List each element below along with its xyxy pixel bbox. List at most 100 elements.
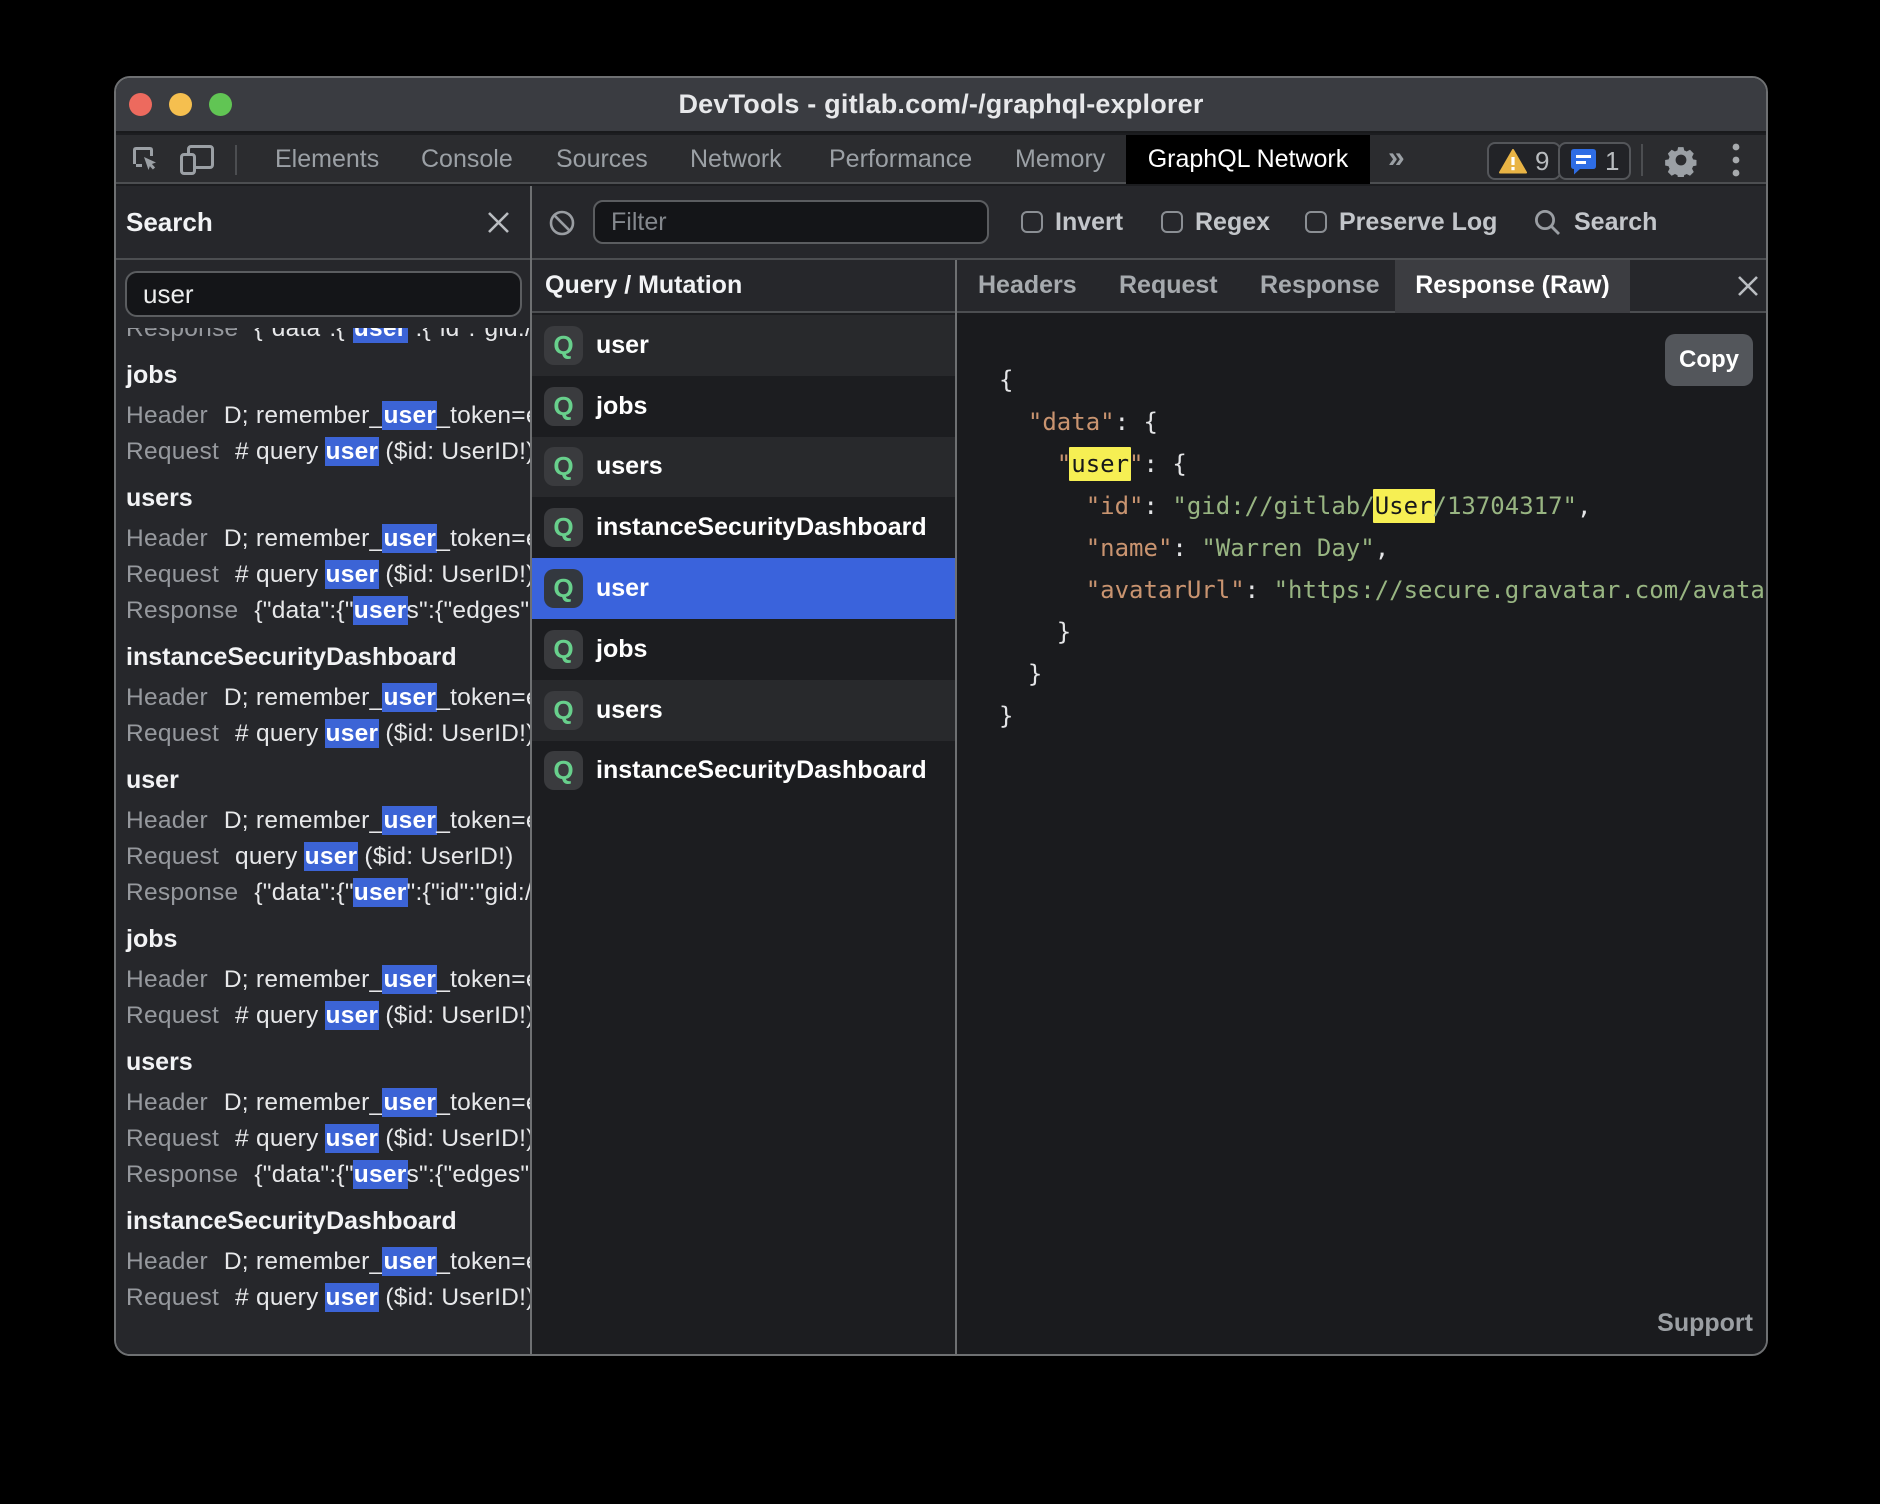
search-result-line[interactable]: Requestquery user ($id: UserID!) (126, 839, 530, 875)
panel-divider-left[interactable] (530, 186, 532, 1354)
search-result-group: instanceSecurityDashboard Header D; rememb… (126, 1203, 530, 1316)
search-result-group-title[interactable]: jobs (126, 357, 530, 393)
json-line: } (999, 653, 1766, 695)
query-row-selected[interactable]: Quser (532, 558, 955, 619)
detail-tab-response-raw-active[interactable]: Response (Raw) (1395, 260, 1630, 313)
search-input[interactable] (125, 271, 522, 317)
query-row-label: users (596, 452, 663, 481)
close-detail-panel-icon[interactable] (1736, 274, 1760, 298)
regex-checkbox-group[interactable]: Regex (1161, 186, 1270, 258)
search-result-line-label: Request (126, 438, 219, 465)
search-result-line[interactable]: Request# query user ($id: UserID!) (126, 1121, 530, 1157)
search-result-line[interactable]: HeaderD; remember_user_token=eyJf (126, 962, 530, 998)
search-toggle[interactable]: Search (1534, 186, 1657, 258)
panel-divider-middle[interactable] (955, 260, 957, 1354)
devtools-window: DevTools - gitlab.com/-/graphql-explorer… (114, 76, 1768, 1356)
text-segment: s":{"edges":[ (407, 1161, 530, 1188)
json-line: "user": { (999, 443, 1766, 485)
query-row[interactable]: QinstanceSecurityDashboard (532, 497, 955, 558)
detail-tab-headers[interactable]: Headers (978, 260, 1077, 313)
invert-checkbox[interactable] (1021, 211, 1043, 233)
response-json: { "data": { "user": { "id": "gid://gitla… (999, 359, 1766, 737)
search-result-line[interactable]: Request# query user ($id: UserID!) (126, 716, 530, 752)
settings-gear-icon[interactable] (1663, 135, 1699, 184)
tab-sources[interactable]: Sources (556, 135, 648, 184)
search-result-group-title[interactable]: instanceSecurityDashboard (126, 1203, 530, 1239)
regex-checkbox[interactable] (1161, 211, 1183, 233)
invert-checkbox-group[interactable]: Invert (1021, 186, 1123, 258)
search-result-line[interactable]: Request# query user ($id: UserID!) (126, 1280, 530, 1316)
kebab-menu-icon[interactable] (1721, 135, 1751, 184)
search-result-line[interactable]: Response{"data":{"users":{"edges":[ (126, 1157, 530, 1193)
query-row[interactable]: Qusers (532, 437, 955, 498)
text-segment: query (235, 843, 305, 870)
query-row[interactable]: Qusers (532, 680, 955, 741)
inspect-element-icon[interactable] (133, 135, 159, 184)
query-row[interactable]: Quser (532, 315, 955, 376)
search-result-group-title[interactable]: jobs (126, 921, 530, 957)
text-segment (999, 408, 1028, 436)
minimize-window-button[interactable] (169, 93, 192, 116)
tab-graphql-network-active[interactable]: GraphQL Network (1126, 135, 1370, 184)
text-segment: D; remember_ (224, 807, 384, 834)
search-result-line[interactable]: HeaderD; remember_user_token=eyJf (126, 803, 530, 839)
toggle-device-toolbar-icon[interactable] (180, 135, 214, 184)
detail-tab-response[interactable]: Response (1260, 260, 1379, 313)
search-result-group-title[interactable]: users (126, 1044, 530, 1080)
tab-memory[interactable]: Memory (1015, 135, 1105, 184)
search-result-line[interactable]: HeaderD; remember_user_token=eyJf (126, 521, 530, 557)
preserve-log-checkbox[interactable] (1305, 211, 1327, 233)
copy-button[interactable]: Copy (1665, 334, 1753, 386)
json-line: { (999, 359, 1766, 401)
query-row-label: user (596, 331, 649, 360)
match-highlight: user (382, 524, 437, 553)
messages-badge[interactable]: 1 (1558, 142, 1631, 180)
query-row[interactable]: QinstanceSecurityDashboard (532, 741, 955, 802)
filter-input[interactable] (593, 200, 989, 244)
warnings-badge[interactable]: 9 (1487, 142, 1561, 180)
text-segment: {"data":{" (254, 328, 353, 342)
search-result-line-label: Request (126, 1125, 219, 1152)
json-line: "avatarUrl": "https://secure.gravatar.co… (999, 569, 1766, 611)
tab-network[interactable]: Network (690, 135, 782, 184)
clear-filter-icon[interactable] (549, 210, 575, 236)
tab-elements[interactable]: Elements (275, 135, 379, 184)
search-result-group-title[interactable]: users (126, 480, 530, 516)
search-result-line[interactable]: HeaderD; remember_user_token=eyJf (126, 1085, 530, 1121)
search-result-line[interactable]: HeaderD; remember_user_token=eyJf (126, 398, 530, 434)
search-result-line[interactable]: Request# query user ($id: UserID!) (126, 998, 530, 1034)
query-row[interactable]: Qjobs (532, 376, 955, 437)
search-result-line[interactable]: Request# query user ($id: UserID!) (126, 557, 530, 593)
text-segment: D; remember_ (224, 1248, 384, 1275)
search-result-line[interactable]: Request# query user ($id: UserID!) (126, 434, 530, 470)
more-tabs-chevron-icon[interactable]: » (1388, 135, 1405, 184)
text-segment: {"data":{" (254, 879, 353, 906)
query-type-badge: Q (544, 569, 583, 608)
query-row[interactable]: Qjobs (532, 619, 955, 680)
search-result-line-label: Request (126, 843, 219, 870)
search-result-group-title[interactable]: instanceSecurityDashboard (126, 639, 530, 675)
preserve-log-checkbox-group[interactable]: Preserve Log (1305, 186, 1497, 258)
tab-console[interactable]: Console (421, 135, 513, 184)
match-highlight: user (304, 842, 359, 871)
close-window-button[interactable] (129, 93, 152, 116)
text-segment: : (1245, 576, 1274, 604)
search-result-line-label: Header (126, 1248, 208, 1275)
text-segment: # query (235, 1284, 326, 1311)
header-band: Search Invert Regex Preserve Lo (116, 186, 1766, 260)
json-line: "id": "gid://gitlab/User/13704317", (999, 485, 1766, 527)
tab-performance[interactable]: Performance (829, 135, 972, 184)
search-result-line[interactable]: Response{"data":{"user":{"id":"gid:/ (126, 328, 530, 347)
search-result-line[interactable]: Response{"data":{"users":{"edges":[ (126, 593, 530, 629)
search-result-line[interactable]: HeaderD; remember_user_token=eyJf (126, 680, 530, 716)
text-segment: , (1375, 534, 1389, 562)
search-result-group-title[interactable]: user (126, 762, 530, 798)
search-result-line[interactable]: Response{"data":{"user":{"id":"gid:/ (126, 875, 530, 911)
search-result-group: instanceSecurityDashboard HeaderD; rememb… (126, 639, 530, 752)
query-row-label: jobs (596, 392, 647, 421)
close-search-panel-icon[interactable] (486, 210, 511, 235)
detail-tab-request[interactable]: Request (1119, 260, 1218, 313)
support-link[interactable]: Support (1657, 1309, 1753, 1338)
search-result-line[interactable]: HeaderD; remember_user_token=eyJf (126, 1244, 530, 1280)
zoom-window-button[interactable] (209, 93, 232, 116)
